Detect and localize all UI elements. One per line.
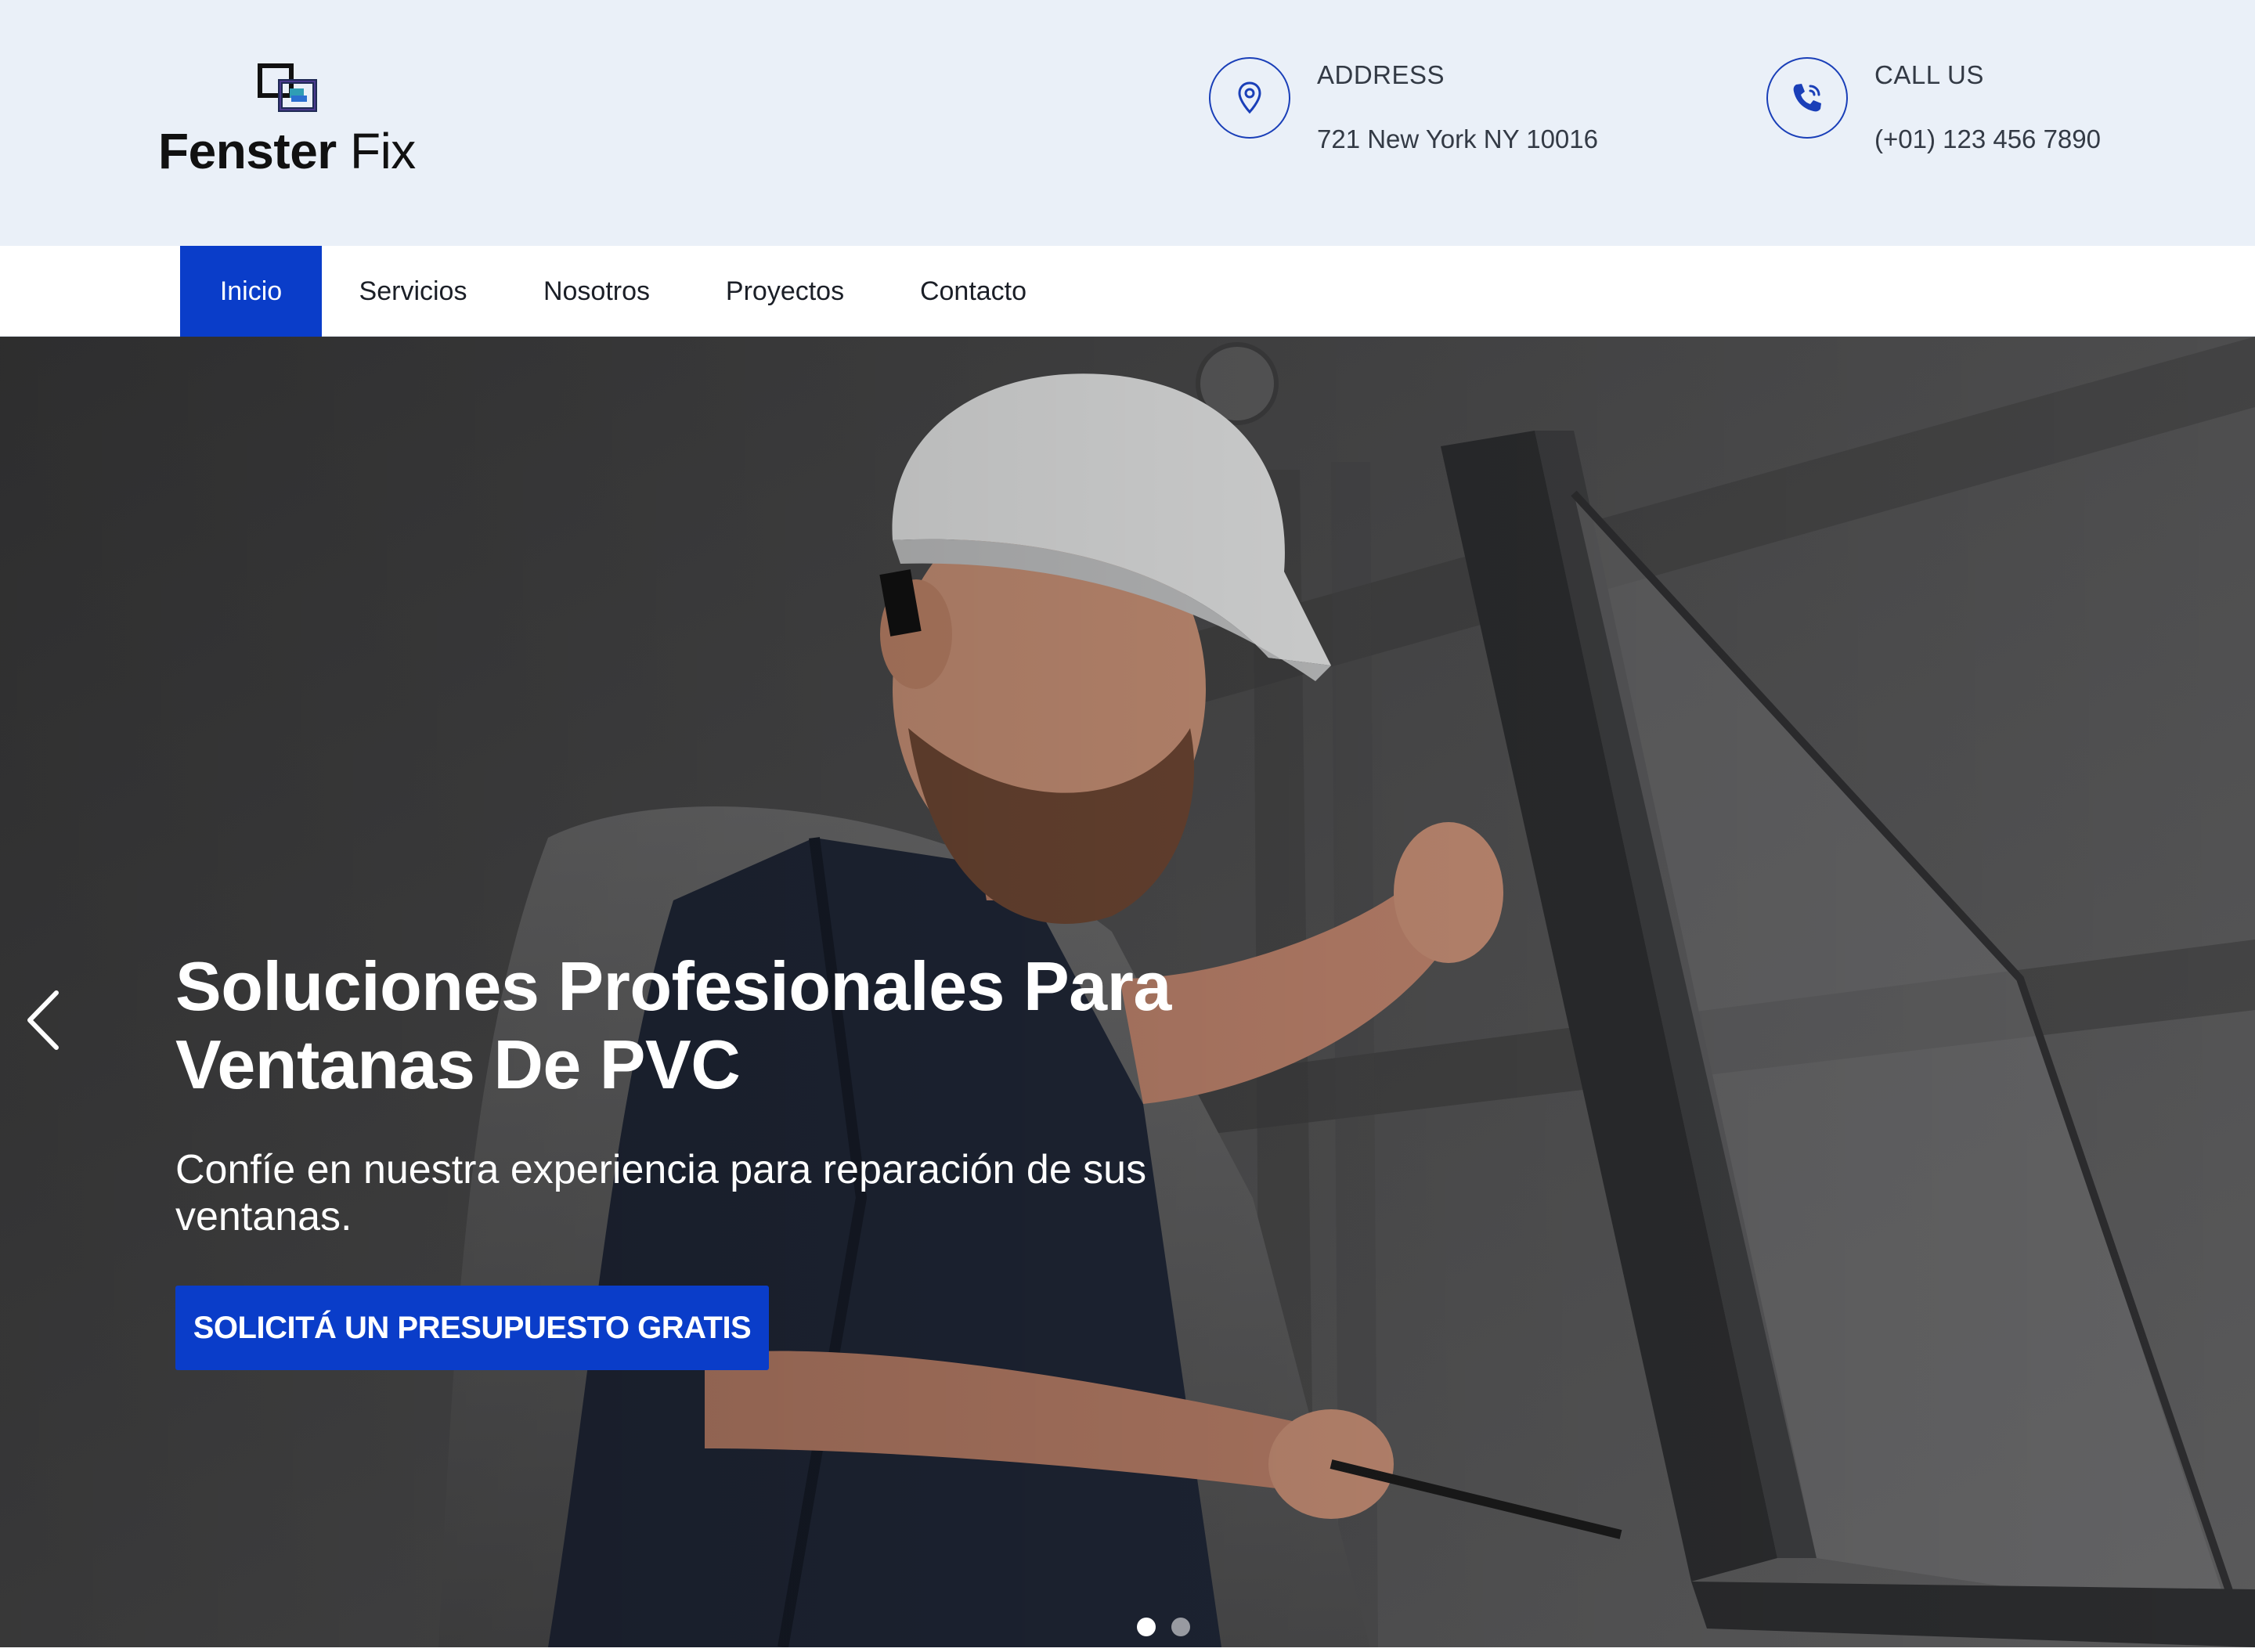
nav-item-nosotros[interactable]: Nosotros — [504, 246, 689, 337]
free-quote-button[interactable]: SOLICITÁ UN PRESUPUESTO GRATIS — [175, 1286, 769, 1370]
hero-subtitle: Confíe en nuestra experiencia para repar… — [175, 1147, 1147, 1239]
slider-pagination — [1137, 1618, 1190, 1636]
brand-name-light: Fix — [349, 123, 416, 179]
top-header: Fenster Fix ADDRESS 721 New York NY 1001… — [0, 0, 2255, 246]
brand-name: Fenster Fix — [158, 124, 416, 179]
nav-item-servicios[interactable]: Servicios — [322, 246, 504, 337]
address-label: ADDRESS — [1317, 60, 1445, 89]
address-block: ADDRESS 721 New York NY 10016 — [1209, 57, 1647, 153]
call-label: CALL US — [1874, 60, 1984, 89]
phone-icon-circle[interactable] — [1766, 57, 1848, 139]
hero-title-line-1: Soluciones Profesionales Para — [175, 947, 1171, 1025]
address-icon-circle — [1209, 57, 1290, 139]
brand-logo[interactable]: Fenster Fix — [158, 63, 440, 180]
nav-item-proyectos[interactable]: Proyectos — [689, 246, 881, 337]
nav-item-inicio[interactable]: Inicio — [180, 246, 322, 337]
slide-dot-2[interactable] — [1171, 1618, 1190, 1636]
hero-title-line-2: Ventanas De PVC — [175, 1026, 741, 1103]
nav-item-contacto[interactable]: Contacto — [881, 246, 1066, 337]
phone-number[interactable]: (+01) 123 456 7890 — [1874, 124, 2101, 154]
window-frames-logo-icon — [258, 63, 317, 112]
main-navigation: Inicio Servicios Nosotros Proyectos Cont… — [0, 246, 2255, 337]
slide-dot-1[interactable] — [1137, 1618, 1156, 1636]
phone-icon — [1793, 84, 1821, 112]
address-value: 721 New York NY 10016 — [1317, 124, 1598, 153]
hero-title: Soluciones Profesionales Para Ventanas D… — [175, 947, 1272, 1104]
map-pin-icon — [1238, 81, 1261, 114]
hero-slider: Soluciones Profesionales Para Ventanas D… — [0, 337, 2255, 1647]
chevron-left-icon[interactable] — [22, 985, 66, 1055]
brand-name-bold: Fenster — [158, 123, 337, 179]
call-block: CALL US (+01) 123 456 7890 — [1766, 57, 2142, 153]
